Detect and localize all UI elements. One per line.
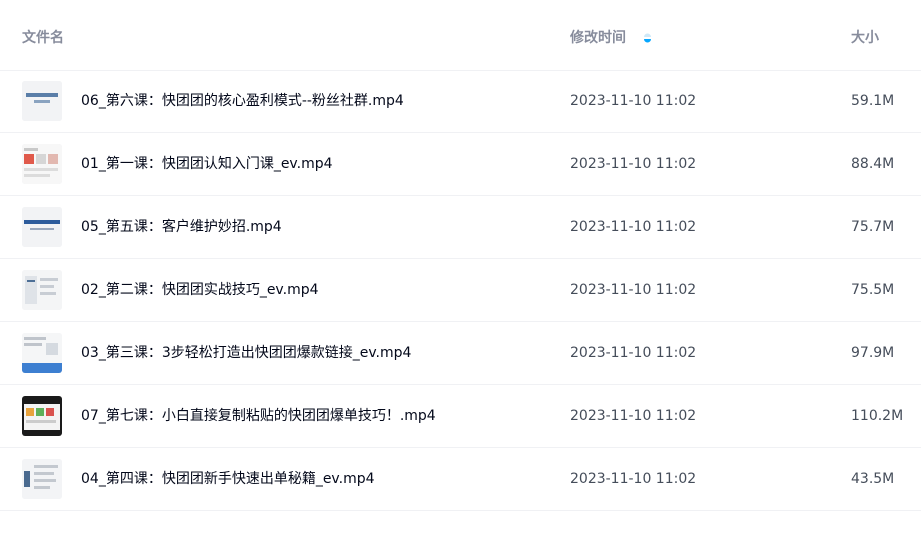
file-size: 88.4M: [851, 156, 895, 172]
file-name[interactable]: 04_第四课：快团团新手快速出单秘籍_ev.mp4: [81, 469, 375, 489]
video-thumbnail-icon[interactable]: [22, 396, 62, 436]
column-header-size[interactable]: 大小: [851, 28, 879, 48]
file-row[interactable]: 02_第二课：快团团实战技巧_ev.mp4 2023-11-10 11:02 7…: [0, 259, 921, 322]
file-row[interactable]: 03_第三课：3步轻松打造出快团团爆款链接_ev.mp4 2023-11-10 …: [0, 322, 921, 385]
video-thumbnail-icon[interactable]: [22, 207, 62, 247]
file-name[interactable]: 05_第五课：客户维护妙招.mp4: [81, 217, 282, 237]
file-name[interactable]: 02_第二课：快团团实战技巧_ev.mp4: [81, 280, 319, 300]
video-thumbnail-icon[interactable]: [22, 144, 62, 184]
video-thumbnail-icon[interactable]: [22, 270, 62, 310]
file-rows: 06_第六课：快团团的核心盈利模式--粉丝社群.mp4 2023-11-10 1…: [0, 70, 921, 511]
video-thumbnail-icon[interactable]: [22, 459, 62, 499]
video-thumbnail-icon[interactable]: [22, 81, 62, 121]
file-size: 43.5M: [851, 471, 895, 487]
file-name[interactable]: 01_第一课：快团团认知入门课_ev.mp4: [81, 154, 333, 174]
file-row[interactable]: 01_第一课：快团团认知入门课_ev.mp4 2023-11-10 11:02 …: [0, 133, 921, 196]
sort-toggle-icon[interactable]: [643, 31, 652, 45]
file-row[interactable]: 05_第五课：客户维护妙招.mp4 2023-11-10 11:02 75.7M: [0, 196, 921, 259]
file-row[interactable]: 04_第四课：快团团新手快速出单秘籍_ev.mp4 2023-11-10 11:…: [0, 448, 921, 511]
file-size: 97.9M: [851, 345, 895, 361]
file-modified-time: 2023-11-10 11:02: [570, 345, 697, 361]
file-row[interactable]: 07_第七课：小白直接复制粘贴的快团团爆单技巧！.mp4 2023-11-10 …: [0, 385, 921, 448]
file-modified-time: 2023-11-10 11:02: [570, 471, 697, 487]
file-modified-time: 2023-11-10 11:02: [570, 93, 697, 109]
file-name[interactable]: 06_第六课：快团团的核心盈利模式--粉丝社群.mp4: [81, 91, 404, 111]
file-modified-time: 2023-11-10 11:02: [570, 282, 697, 298]
file-size: 110.2M: [851, 408, 904, 424]
column-header-name[interactable]: 文件名: [22, 28, 64, 48]
video-thumbnail-icon[interactable]: [22, 333, 62, 373]
file-modified-time: 2023-11-10 11:02: [570, 408, 697, 424]
file-row[interactable]: 06_第六课：快团团的核心盈利模式--粉丝社群.mp4 2023-11-10 1…: [0, 70, 921, 133]
file-name[interactable]: 03_第三课：3步轻松打造出快团团爆款链接_ev.mp4: [81, 343, 411, 363]
file-name[interactable]: 07_第七课：小白直接复制粘贴的快团团爆单技巧！.mp4: [81, 406, 436, 426]
file-list-header: 文件名 修改时间 大小: [0, 0, 921, 71]
file-size: 75.5M: [851, 282, 895, 298]
column-header-modified-time[interactable]: 修改时间: [570, 28, 626, 48]
file-modified-time: 2023-11-10 11:02: [570, 156, 697, 172]
file-modified-time: 2023-11-10 11:02: [570, 219, 697, 235]
file-list: 文件名 修改时间 大小 06_第六课：快团团的核心盈利模式--粉丝社群.mp4 …: [0, 0, 921, 536]
file-size: 75.7M: [851, 219, 895, 235]
file-size: 59.1M: [851, 93, 895, 109]
